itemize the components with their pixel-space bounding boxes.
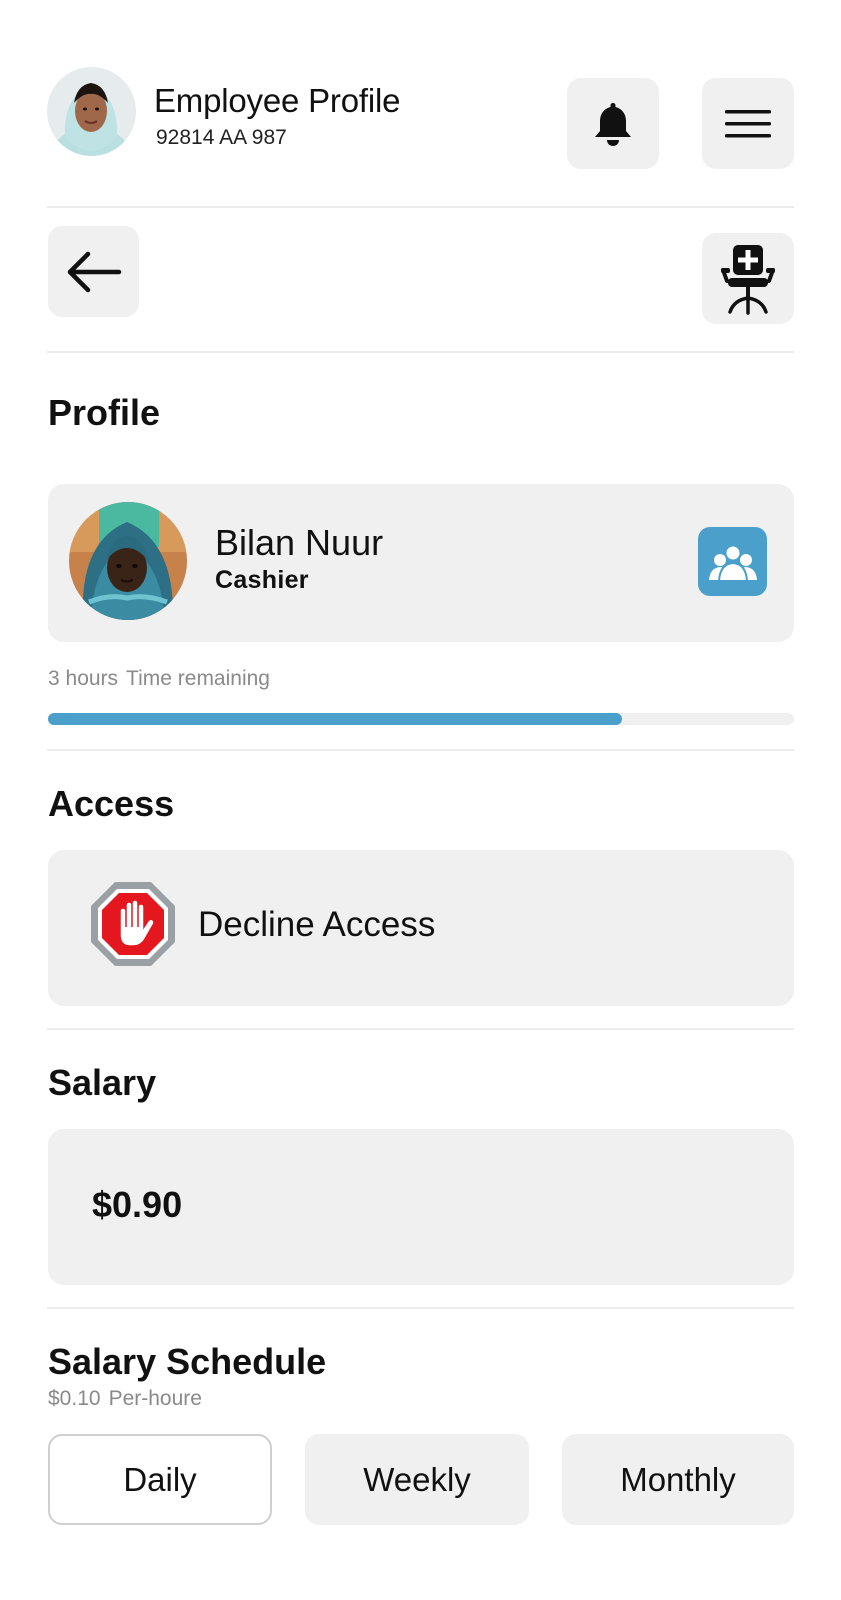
salary-schedule-title: Salary Schedule [48,1341,327,1382]
profile-section-title: Profile [48,392,161,433]
page-title: Employee Profile [154,82,401,119]
access-section-title: Access [48,783,175,824]
time-remaining-label: Time remaining [126,667,270,690]
employee-role: Cashier [215,566,309,594]
team-button[interactable] [698,527,767,596]
arrow-left-icon [67,251,121,292]
menu-button[interactable] [702,78,794,169]
divider [47,749,794,751]
divider [47,1307,794,1309]
stop-hand-icon [90,881,176,967]
salary-value: $0.90 [92,1184,183,1225]
decline-access-label: Decline Access [198,905,436,944]
employee-id: 92814 AA 987 [156,126,287,149]
back-button[interactable] [48,226,139,317]
office-chair-button[interactable] [702,233,794,324]
hamburger-menu-icon [725,109,771,137]
time-remaining: 3 hours Time remaining [48,667,270,691]
time-progress-fill [48,713,623,725]
notifications-button[interactable] [567,78,659,169]
time-remaining-value: 3 hours [48,667,119,690]
time-progress-bar [48,713,794,725]
schedule-daily-button[interactable]: Daily [48,1434,272,1525]
divider [47,1028,794,1030]
hourly-rate-label: Per-houre [108,1387,202,1410]
team-icon [708,544,757,582]
divider [47,351,794,353]
office-chair-plus-icon [721,244,775,315]
bell-icon [595,102,631,146]
hourly-rate-value: $0.10 [48,1387,101,1410]
employee-name: Bilan Nuur [215,522,384,563]
schedule-weekly-button[interactable]: Weekly [305,1434,529,1525]
employee-avatar [69,502,187,620]
divider [47,206,794,208]
user-avatar[interactable] [47,67,136,156]
salary-section-title: Salary [48,1062,157,1103]
schedule-monthly-button[interactable]: Monthly [562,1434,794,1525]
hourly-rate: $0.10 Per-houre [48,1387,202,1411]
